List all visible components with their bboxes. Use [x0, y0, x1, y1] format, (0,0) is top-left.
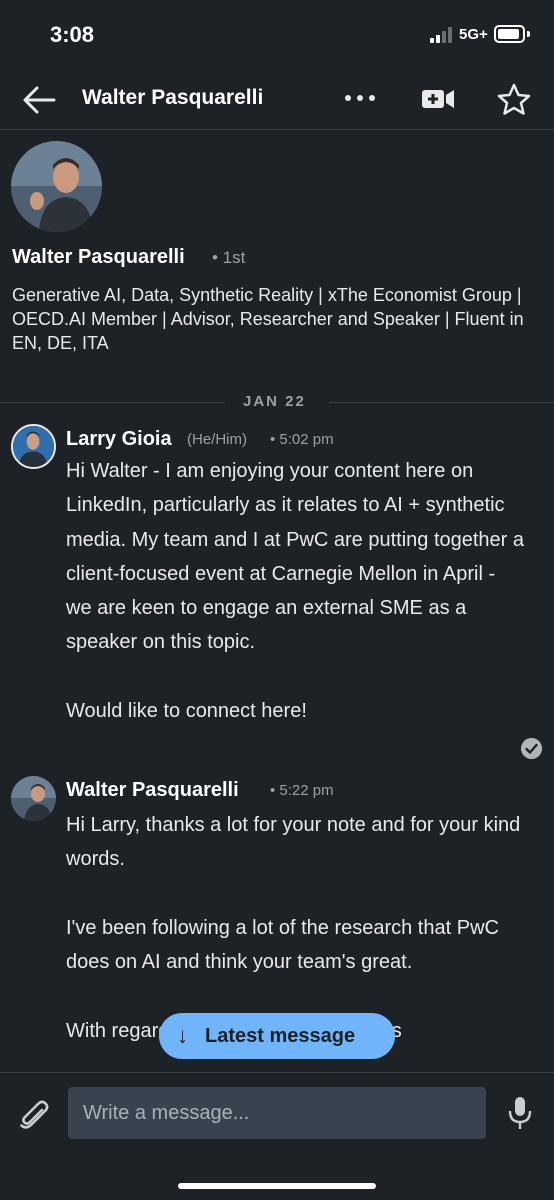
sender-name[interactable]: Walter Pasquarelli — [66, 779, 239, 802]
battery-icon — [494, 25, 525, 43]
star-icon[interactable] — [496, 82, 532, 116]
read-receipt-icon — [521, 738, 542, 759]
profile-avatar[interactable] — [11, 141, 102, 232]
status-bar: 3:08 5G+ — [0, 0, 554, 70]
video-call-icon[interactable] — [420, 84, 456, 114]
message-input[interactable] — [68, 1087, 486, 1139]
status-time: 3:08 — [50, 22, 95, 47]
header-title[interactable]: Walter Pasquarelli — [82, 86, 263, 110]
message-composer — [0, 1072, 554, 1200]
sender-pronouns: (He/Him) — [187, 431, 247, 448]
home-indicator — [178, 1183, 376, 1189]
sender-avatar[interactable] — [11, 424, 56, 469]
more-options-icon[interactable] — [342, 86, 378, 110]
conversation-header: Walter Pasquarelli — [0, 70, 554, 130]
sender-avatar[interactable] — [11, 776, 56, 821]
message-time: • 5:22 pm — [270, 782, 334, 799]
message-body: Hi Walter - I am enjoying your content h… — [66, 454, 526, 728]
message-paragraph: Hi Larry, thanks a lot for your note and… — [66, 814, 521, 871]
signal-icon — [430, 27, 456, 43]
profile-headline: Generative AI, Data, Synthetic Reality |… — [12, 285, 524, 353]
back-arrow-icon[interactable] — [20, 82, 60, 118]
profile-name[interactable]: Walter Pasquarelli — [12, 246, 185, 269]
message-paragraph: Hi Walter - I am enjoying your content h… — [66, 460, 525, 654]
microphone-icon[interactable] — [507, 1095, 533, 1131]
latest-message-label: Latest message — [205, 1025, 356, 1047]
connection-degree: • 1st — [212, 248, 246, 267]
date-label: JAN 22 — [243, 393, 306, 410]
date-divider: JAN 22 — [0, 392, 554, 412]
sender-name[interactable]: Larry Gioia — [66, 428, 172, 451]
arrow-down-icon: ↓ — [177, 1023, 188, 1048]
latest-message-button[interactable]: ↓ Latest message — [159, 1013, 395, 1059]
message-paragraph: Would like to connect here! — [66, 700, 307, 723]
attachment-icon[interactable] — [18, 1095, 50, 1131]
network-label: 5G+ — [459, 26, 488, 43]
message-time: • 5:02 pm — [270, 431, 334, 448]
message-paragraph: I've been following a lot of the researc… — [66, 916, 499, 974]
